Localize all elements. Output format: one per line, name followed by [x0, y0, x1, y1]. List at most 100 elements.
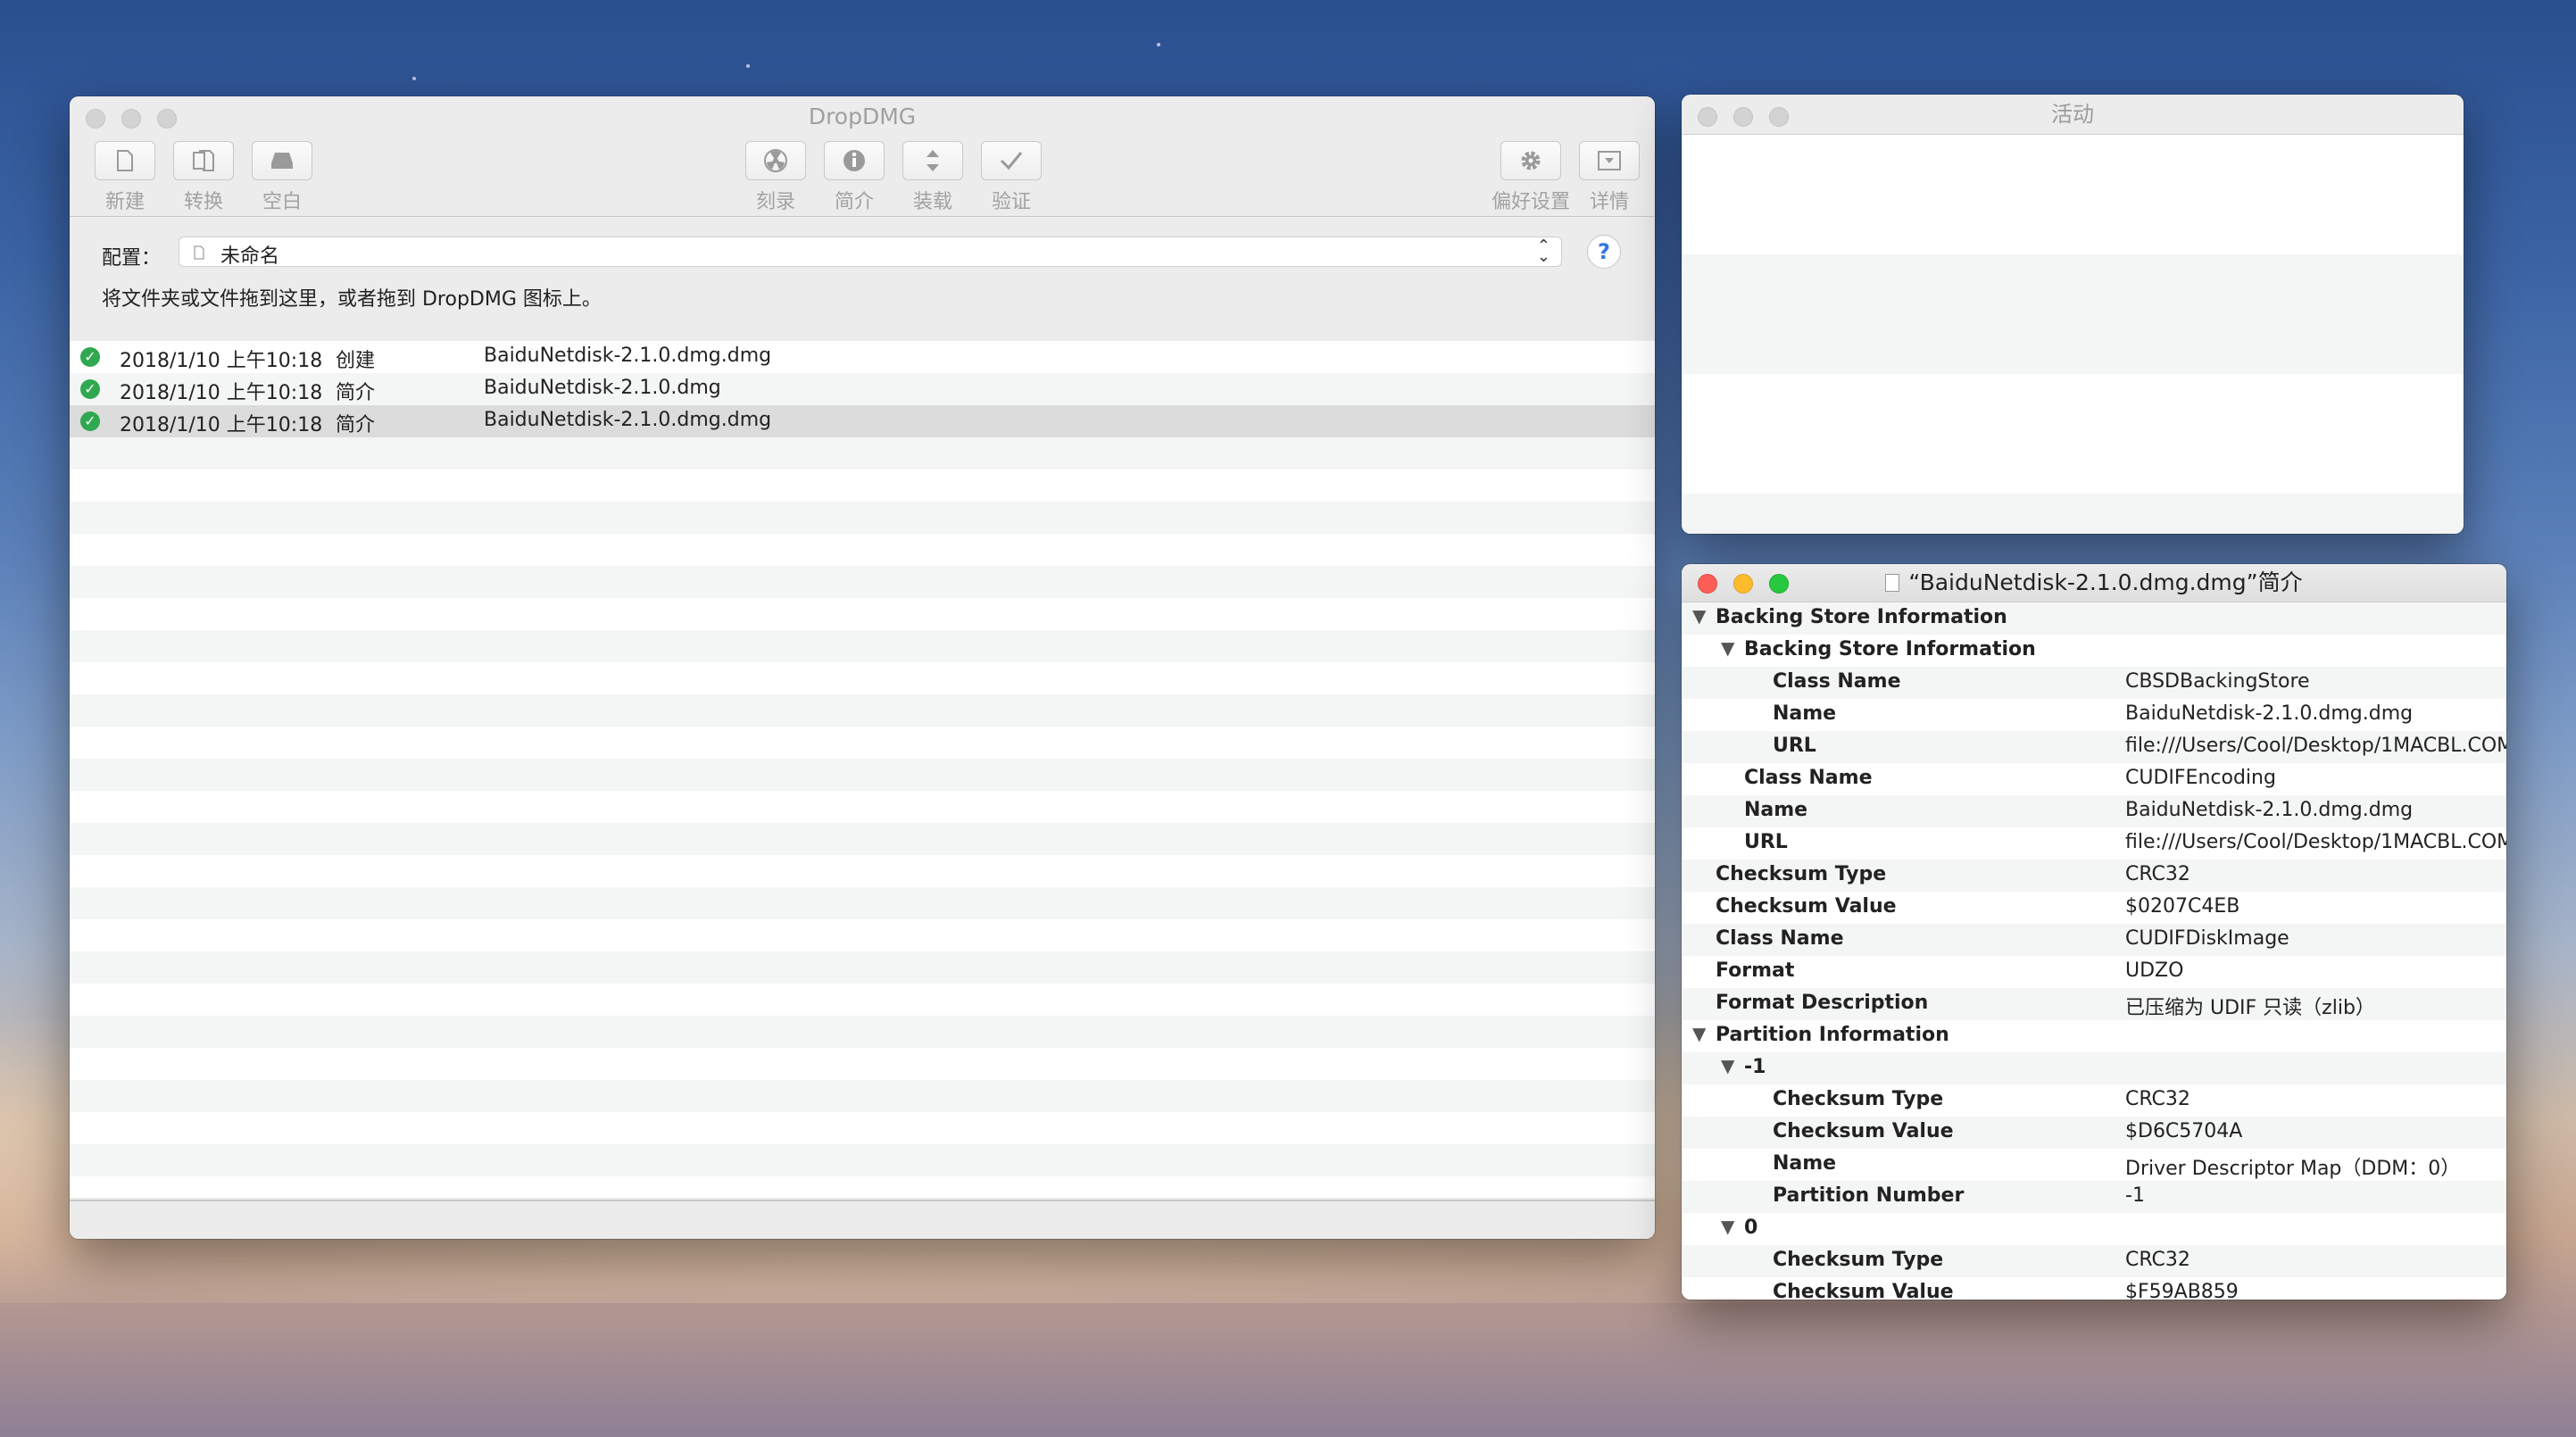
info-button[interactable]: 简介: [814, 141, 894, 214]
outline-row[interactable]: Checksum Value $0207C4EB: [1682, 892, 2506, 924]
outline-key: Checksum Type: [1773, 1249, 1944, 1271]
outline-key: Checksum Type: [1773, 1088, 1944, 1110]
outline-value: UDZO: [2125, 959, 2184, 982]
outline-row[interactable]: Name BaiduNetdisk-2.1.0.dmg.dmg: [1682, 699, 2506, 731]
convert-button[interactable]: 转换: [163, 141, 244, 214]
window-title: 活动: [2051, 102, 2094, 127]
new-button[interactable]: 新建: [85, 141, 165, 214]
outline-key: Checksum Value: [1716, 895, 1897, 918]
outline-key: Format: [1716, 959, 1795, 982]
outline-key: Class Name: [1716, 927, 1844, 950]
details-button[interactable]: 详情: [1569, 141, 1649, 214]
burn-button[interactable]: 刻录: [735, 141, 816, 214]
title-bar[interactable]: “BaiduNetdisk-2.1.0.dmg.dmg”简介: [1682, 564, 2506, 602]
document-icon: [194, 245, 204, 260]
disclosure-triangle-icon[interactable]: ▼: [1721, 1216, 1734, 1237]
log-list[interactable]: ✓ 2018/1/10 上午10:18 创建 BaiduNetdisk-2.1.…: [70, 341, 1655, 1198]
mount-label: 装载: [912, 191, 952, 213]
wallpaper-star: [746, 64, 750, 68]
toolbar: 新建 转换 空白 刻录 简介 装载 验证 偏好设置 详情: [70, 141, 1655, 217]
outline-row[interactable]: Class Name CBSDBackingStore: [1682, 667, 2506, 699]
outline-key: Backing Store Information: [1744, 638, 2036, 660]
outline-value: Driver Descriptor Map（DDM：0）: [2125, 1158, 2461, 1180]
outline-key: URL: [1744, 831, 1788, 853]
outline-key: Name: [1773, 1152, 1837, 1175]
activity-window: 活动: [1682, 95, 2464, 534]
disclosure-triangle-icon[interactable]: ▼: [1721, 637, 1734, 659]
mount-button[interactable]: 装载: [893, 141, 973, 214]
details-drawer-icon: [1598, 151, 1621, 170]
outline-row[interactable]: Name Driver Descriptor Map（DDM：0）: [1682, 1149, 2506, 1181]
window-title: “BaiduNetdisk-2.1.0.dmg.dmg”简介: [1682, 564, 2506, 602]
outline-key: Format Description: [1716, 992, 1929, 1014]
outline-row[interactable]: Partition Number -1: [1682, 1181, 2506, 1213]
log-row[interactable]: ✓ 2018/1/10 上午10:18 创建 BaiduNetdisk-2.1.…: [70, 341, 1655, 373]
outline-value: file:///Users/Cool/Desktop/1MACBL.COM/: [2125, 735, 2506, 757]
details-label: 详情: [1589, 191, 1629, 213]
outline-value: CRC32: [2125, 1088, 2190, 1110]
outline-row[interactable]: Checksum Type CRC32: [1682, 860, 2506, 892]
activity-row: [1682, 254, 2464, 374]
help-button[interactable]: ?: [1587, 235, 1621, 269]
window-title-text: “BaiduNetdisk-2.1.0.dmg.dmg”简介: [1908, 569, 2303, 595]
outline-row[interactable]: Name BaiduNetdisk-2.1.0.dmg.dmg: [1682, 795, 2506, 827]
outline-key: -1: [1744, 1056, 1766, 1078]
outline-row[interactable]: ▼ Backing Store Information: [1682, 635, 2506, 667]
outline-row[interactable]: Class Name CUDIFDiskImage: [1682, 924, 2506, 956]
outline-row[interactable]: ▼ Partition Information: [1682, 1020, 2506, 1052]
outline-row[interactable]: ▼ Backing Store Information: [1682, 602, 2506, 635]
outline-key: URL: [1773, 735, 1816, 757]
outline-row[interactable]: Format UDZO: [1682, 956, 2506, 988]
outline-value: CBSDBackingStore: [2125, 670, 2310, 693]
preferences-button[interactable]: 偏好设置: [1482, 141, 1580, 214]
activity-row: [1682, 374, 2464, 494]
info-label: 简介: [834, 191, 874, 213]
outline-value: CRC32: [2125, 1249, 2190, 1271]
disclosure-triangle-icon[interactable]: ▼: [1721, 1055, 1734, 1076]
disclosure-triangle-icon[interactable]: ▼: [1692, 605, 1706, 627]
disclosure-triangle-icon[interactable]: ▼: [1692, 1023, 1706, 1044]
outline-row[interactable]: Format Description 已压缩为 UDIF 只读（zlib）: [1682, 988, 2506, 1020]
chevron-updown-icon: ⌃ ⌄: [1536, 237, 1550, 266]
outline-row[interactable]: URL file:///Users/Cool/Desktop/1MACBL.COM…: [1682, 827, 2506, 860]
outline-key: Checksum Value: [1773, 1281, 1954, 1300]
outline-row[interactable]: Checksum Value $F59AB859: [1682, 1277, 2506, 1300]
log-row[interactable]: ✓ 2018/1/10 上午10:18 简介 BaiduNetdisk-2.1.…: [70, 373, 1655, 405]
outline-key: Name: [1773, 702, 1837, 725]
outline-row[interactable]: ▼ -1: [1682, 1052, 2506, 1084]
burn-label: 刻录: [755, 191, 795, 213]
outline-value: BaiduNetdisk-2.1.0.dmg.dmg: [2125, 702, 2414, 725]
title-bar[interactable]: DropDMG: [70, 96, 1655, 141]
outline-row[interactable]: Checksum Type CRC32: [1682, 1245, 2506, 1277]
mount-icon: [927, 150, 939, 171]
config-area: 配置： 未命名 ⌃ ⌄ ? 将文件夹或文件拖到这里，或者拖到 DropDMG 图标…: [70, 217, 1655, 343]
drive-icon: [271, 153, 293, 169]
outline-key: 0: [1744, 1217, 1758, 1239]
outline-value: file:///Users/Cool/Desktop/1MACBL.COM/: [2125, 831, 2506, 853]
log-action: 创建: [336, 350, 376, 372]
verify-button[interactable]: 验证: [971, 141, 1051, 214]
log-time: 2018/1/10 上午10:18: [120, 350, 323, 372]
outline-key: Backing Store Information: [1716, 606, 2007, 628]
info-outline[interactable]: ▼ Backing Store Information ▼ Backing Stor…: [1682, 602, 2506, 1300]
outline-row[interactable]: ▼ 0: [1682, 1213, 2506, 1245]
outline-key: Checksum Value: [1773, 1120, 1954, 1142]
log-row-selected[interactable]: ✓ 2018/1/10 上午10:18 简介 BaiduNetdisk-2.1.…: [70, 405, 1655, 437]
title-bar[interactable]: 活动: [1682, 95, 2464, 135]
outline-key: Class Name: [1744, 767, 1873, 789]
wallpaper-star: [412, 77, 416, 80]
verify-label: 验证: [991, 191, 1031, 213]
outline-value: -1: [2125, 1184, 2145, 1207]
outline-key: Partition Number: [1773, 1184, 1965, 1207]
outline-row[interactable]: Class Name CUDIFEncoding: [1682, 763, 2506, 795]
outline-row[interactable]: Checksum Value $D6C5704A: [1682, 1117, 2506, 1149]
success-check-icon: ✓: [80, 379, 100, 399]
config-popup[interactable]: 未命名 ⌃ ⌄: [179, 237, 1562, 268]
wallpaper-star: [1157, 43, 1160, 46]
status-bar: [70, 1200, 1655, 1239]
blank-button[interactable]: 空白: [242, 141, 322, 214]
outline-row[interactable]: Checksum Type CRC32: [1682, 1084, 2506, 1117]
outline-row[interactable]: URL file:///Users/Cool/Desktop/1MACBL.COM…: [1682, 731, 2506, 763]
activity-row: [1682, 494, 2464, 534]
window-title: DropDMG: [808, 104, 917, 129]
